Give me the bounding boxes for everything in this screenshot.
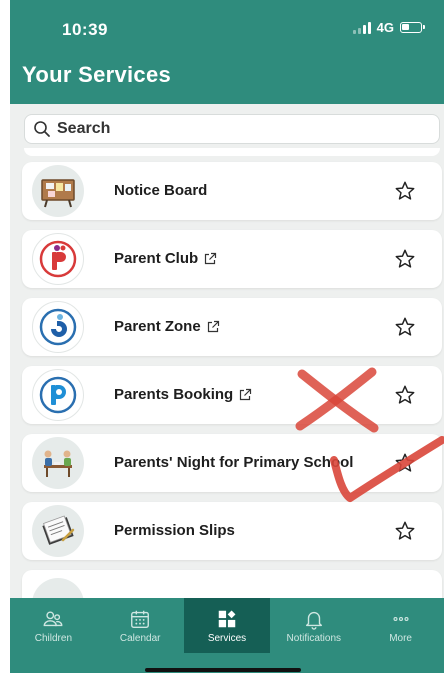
star-icon[interactable] [394, 248, 416, 270]
service-label-text: Permission Slips [114, 522, 235, 539]
service-item-parents-night[interactable]: Parents' Night for Primary School [22, 434, 442, 492]
external-link-icon [205, 252, 217, 265]
star-icon[interactable] [394, 452, 416, 474]
partial-service-icon [32, 578, 84, 598]
status-time: 10:39 [62, 20, 108, 39]
external-link-icon [240, 388, 252, 401]
service-label: Parent Club [114, 249, 354, 269]
service-label-text: Parents' Night for Primary School [114, 454, 354, 471]
tab-label: Calendar [119, 632, 161, 644]
service-label: Parents' Night for Primary School [114, 453, 354, 473]
tab-notifications[interactable]: Notifications [270, 598, 357, 653]
tab-children[interactable]: Children [10, 598, 97, 653]
notice-board-icon [32, 165, 84, 217]
more-icon [393, 616, 409, 621]
star-icon[interactable] [394, 316, 416, 338]
tab-calendar[interactable]: Calendar [97, 598, 184, 653]
service-label-text: Notice Board [114, 182, 208, 199]
phone-screen: 10:39 4G Your Services Search Notice Boa… [10, 0, 444, 673]
header: Your Services [10, 52, 444, 104]
parents-night-icon [32, 437, 84, 489]
bottom-tab-bar: Children Calendar Services Notifications… [10, 598, 444, 653]
parents-booking-logo-icon [32, 369, 84, 421]
list-item-partial-top [24, 148, 440, 156]
tab-services[interactable]: Services [183, 598, 271, 653]
star-icon[interactable] [394, 384, 416, 406]
service-item-parent-club[interactable]: Parent Club [22, 230, 442, 288]
service-item-parent-zone[interactable]: Parent Zone [22, 298, 442, 356]
permission-slips-icon [32, 505, 84, 557]
network-type: 4G [376, 20, 394, 35]
services-icon [218, 610, 236, 627]
service-label: Parent Zone [114, 317, 354, 337]
service-label-text: Parent Club [114, 250, 199, 267]
bell-icon [305, 611, 322, 630]
home-indicator[interactable] [145, 668, 301, 672]
external-link-icon [207, 320, 219, 333]
tab-label: Services [207, 632, 247, 644]
calendar-icon [131, 610, 150, 628]
tab-label: Notifications [286, 632, 342, 644]
star-icon[interactable] [394, 520, 416, 542]
tab-more[interactable]: More [357, 598, 444, 653]
tab-label: More [389, 632, 412, 644]
search-input[interactable] [57, 120, 417, 138]
service-item-notice-board[interactable]: Notice Board [22, 162, 442, 220]
signal-icon [352, 21, 371, 34]
service-item-partial[interactable] [22, 570, 442, 598]
parent-club-logo-icon [32, 233, 84, 285]
search-icon [34, 121, 50, 137]
star-icon[interactable] [394, 180, 416, 202]
children-icon [43, 610, 63, 626]
service-label: Parents Booking [114, 385, 354, 405]
service-label-text: Parent Zone [114, 318, 201, 335]
service-item-permission-slips[interactable]: Permission Slips [22, 502, 442, 560]
service-label: Permission Slips [114, 521, 354, 541]
service-label: Notice Board [114, 181, 354, 201]
status-bar: 10:39 4G [10, 0, 444, 52]
parent-zone-logo-icon [32, 301, 84, 353]
battery-icon [400, 22, 425, 33]
service-item-parents-booking[interactable]: Parents Booking [22, 366, 442, 424]
search-bar[interactable] [24, 114, 440, 144]
status-indicators: 4G [352, 20, 425, 35]
page-title: Your Services [22, 62, 172, 87]
tab-label: Children [34, 632, 73, 644]
services-content[interactable]: Notice Board Par [10, 104, 444, 598]
service-label-text: Parents Booking [114, 386, 234, 403]
